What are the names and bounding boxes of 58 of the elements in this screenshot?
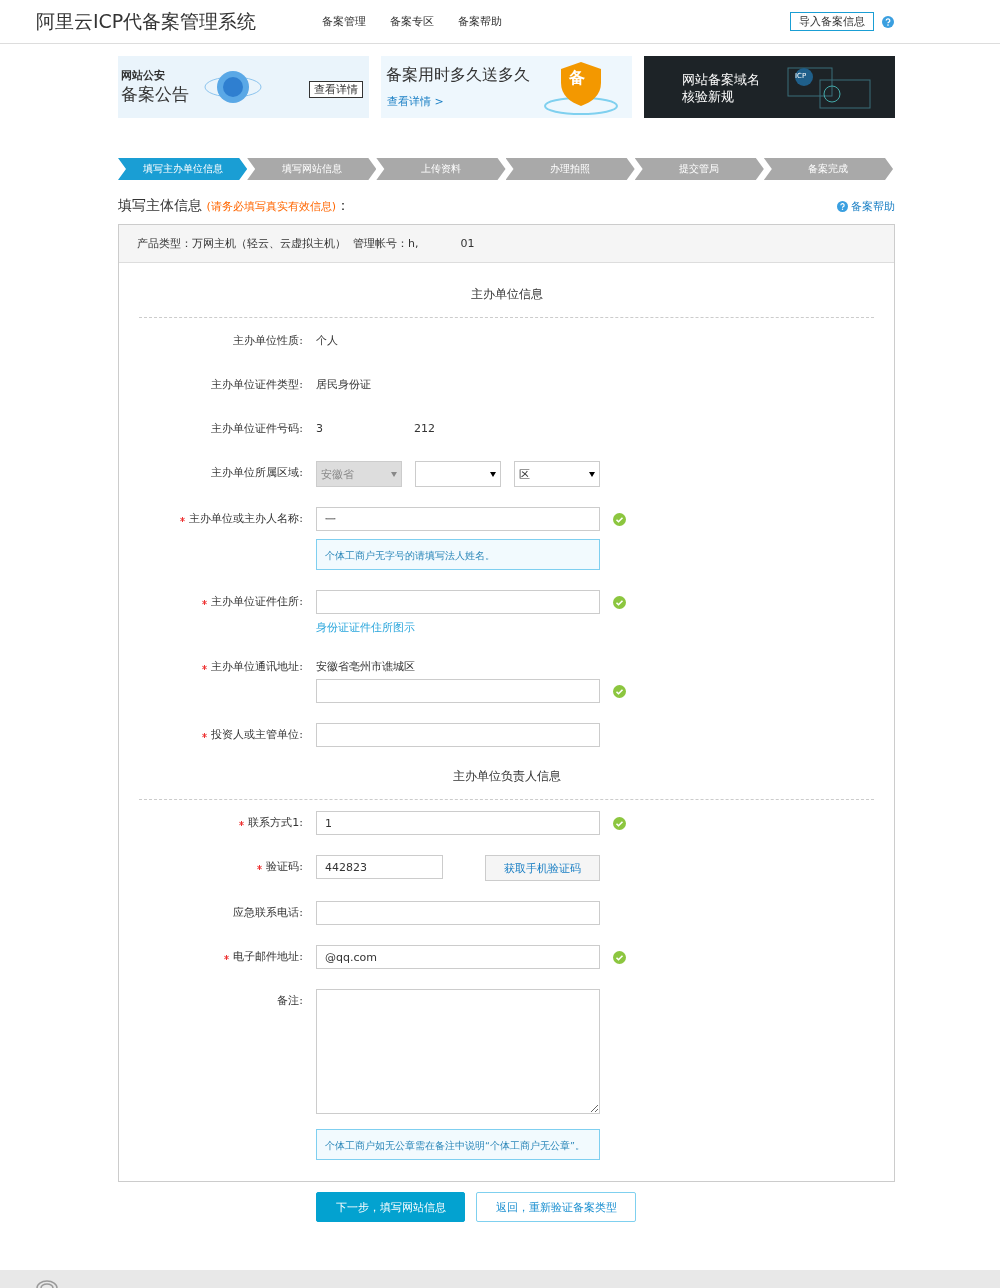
caret-icon [391,471,397,477]
app-title: 阿里云ICP代备案管理系统 [36,8,258,34]
nav-link[interactable]: 备案帮助 [458,14,502,29]
code-field[interactable]: 442823 [316,855,443,879]
field-label: 主办单位证件类型: [211,377,303,393]
footer-logo-icon [36,1280,58,1288]
field-value: 安徽省亳州市谯城区 [316,659,416,675]
banner-subtitle: 网站公安 [121,68,166,83]
field-label: 主办单位所属区域: [211,465,303,481]
field-label: 投资人或主管单位: [211,727,303,743]
field-label: 联系方式1: [248,815,303,831]
import-button[interactable]: 导入备案信息 [790,12,874,31]
get-code-button[interactable]: 获取手机验证码 [485,855,600,881]
help-icon [837,200,848,212]
field-label: 主办单位或主办人名称: [189,511,303,527]
account-value: h, 01 [408,237,475,250]
section-title: 主办单位信息 [469,286,544,303]
field-label: 主办单位证件号码: [211,421,303,437]
promo-banner[interactable]: 备案用时多久送多久 查看详情 > 备 [381,56,632,118]
field-label: 主办单位性质: [233,333,303,349]
text-field[interactable] [316,723,600,747]
help-icon[interactable] [882,15,894,28]
help-link[interactable]: 备案帮助 [837,198,895,214]
account-label: 管理帐号： [353,236,408,251]
field-value: 3 212 [316,421,436,437]
banner-title: 备案用时多久送多久 [386,65,530,86]
details-button[interactable]: 查看详情 [309,81,363,98]
field-label: 主办单位通讯地址: [211,659,303,675]
text-field[interactable] [316,590,600,614]
field-value: 居民身份证 [316,377,372,393]
product-type: 产品类型：万网主机（轻云、云虚拟主机） [137,236,347,251]
section-title: 主办单位负责人信息 [451,768,562,785]
banner-title: 备案公告 [121,83,189,106]
field-label: 主办单位证件住所: [211,594,303,610]
field-label: 应急联系电话: [233,905,303,921]
caret-icon [490,471,496,477]
hint-box: 个体工商户如无公章需在备注中说明“个体工商户无公章”。 [316,1129,600,1160]
region-select[interactable] [415,461,501,487]
text-field[interactable]: 1 [316,811,600,835]
field-label: 备注: [277,993,303,1009]
text-field[interactable] [316,901,600,925]
back-button[interactable]: 返回，重新验证备案类型 [476,1192,636,1222]
promo-banner[interactable]: 网站公安 备案公告 查看详情 [118,56,369,118]
details-link[interactable]: 查看详情 > [387,94,444,109]
hint-box: 个体工商户无字号的请填写法人姓名。 [316,539,600,570]
field-label: 验证码: [266,859,303,875]
banner-title: 网站备案域名 核验新规 [682,71,760,105]
remarks-field[interactable] [316,989,600,1114]
field-label: 电子邮件地址: [233,949,303,965]
form-heading: 填写主体信息 (请务必填写真实有效信息)： [118,197,351,215]
caret-icon [589,471,595,477]
text-field[interactable] [316,679,600,703]
nav-link[interactable]: 备案管理 [322,14,366,29]
field-value: 个人 [316,333,339,349]
region-select[interactable]: 区 [514,461,600,487]
text-field[interactable]: 一 [316,507,600,531]
text-field[interactable]: @qq.com [316,945,600,969]
nav-link[interactable]: 备案专区 [390,14,434,29]
